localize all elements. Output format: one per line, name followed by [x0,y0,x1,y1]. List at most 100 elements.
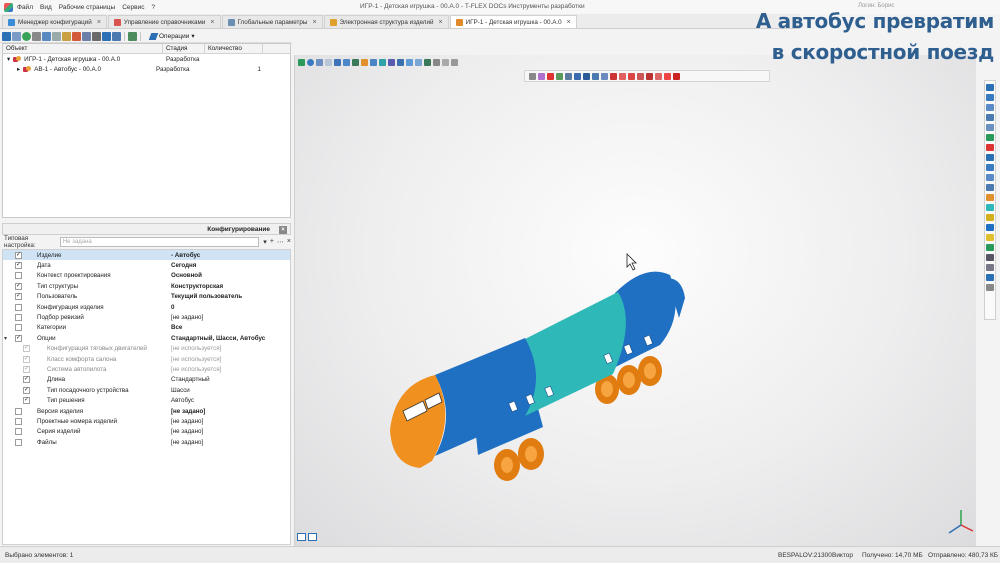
property-value[interactable]: [не используется] [171,356,221,363]
property-row[interactable]: ✓ Система автопилота [не используется] [3,364,290,374]
filter-icon[interactable] [529,72,536,80]
property-checkbox[interactable] [15,272,22,280]
settings-icon[interactable] [451,58,458,66]
view-icon[interactable] [406,58,413,66]
menu-file[interactable]: Файл [17,4,33,11]
property-checkbox[interactable]: ✓ [15,293,22,301]
typical-setting-input[interactable]: Не задана [59,237,260,247]
rotate-icon[interactable] [986,84,994,91]
expand-icon[interactable]: ▾ [3,335,10,342]
light-icon[interactable] [986,234,994,241]
axis-icon[interactable] [986,274,994,281]
filter-icon[interactable] [12,31,21,41]
shapes-icon[interactable] [361,58,368,66]
panel-splitter[interactable] [2,219,291,222]
sketch-icon[interactable] [352,58,359,66]
pan-icon[interactable] [986,134,994,141]
property-checkbox[interactable] [15,428,22,436]
property-row[interactable]: ✓ Тип посадочного устройства Шасси [3,385,290,395]
more-icon[interactable]: ⋯ [277,238,284,246]
property-row[interactable]: ✓ Конфигурация тяговых двигателей [не испо… [3,344,290,354]
property-value[interactable]: [не задано] [171,314,203,321]
material-icon[interactable] [986,244,994,251]
property-checkbox[interactable] [15,438,22,446]
property-checkbox[interactable]: ✓ [15,334,22,342]
layout-icon[interactable] [112,31,121,41]
undo-icon[interactable] [316,58,323,66]
column-header-stage[interactable]: Стадия [163,44,205,53]
property-checkbox[interactable]: ✓ [15,282,22,290]
palette-icon[interactable] [664,72,671,80]
view-icon[interactable] [102,31,111,41]
bar-chart-icon[interactable] [334,58,341,66]
property-row[interactable]: Серия изделий [не задано] [3,427,290,437]
view-front-icon[interactable] [986,154,994,161]
points-icon[interactable] [592,72,599,80]
paste-icon[interactable] [62,31,71,41]
grid-icon[interactable] [986,284,994,291]
tab-global-params[interactable]: Глобальные параметры × [221,15,323,28]
selection-icon[interactable] [538,72,545,80]
product-icon[interactable] [72,31,81,41]
operations-button[interactable]: Операции ▾ [148,32,195,40]
layout-split-icon[interactable] [308,533,317,541]
cube-icon[interactable] [637,72,644,80]
property-checkbox[interactable]: ✓ [23,376,30,384]
chart-icon[interactable] [343,58,350,66]
property-value[interactable]: [не задано] [171,418,203,425]
column-header-object[interactable]: Объект [3,44,163,53]
property-value[interactable]: Основной [171,272,202,279]
property-checkbox[interactable] [15,324,22,332]
render-icon[interactable] [986,204,994,211]
color-icon[interactable] [547,72,554,80]
cube-icon[interactable] [619,72,626,80]
zoom-out-icon[interactable] [986,104,994,111]
copy-icon[interactable] [52,31,61,41]
property-row[interactable]: Подбор ревизий [не задано] [3,312,290,322]
property-value[interactable]: - Автобус [171,252,200,259]
property-row[interactable]: ✓ Длина Стандартный [3,375,290,385]
3d-model[interactable] [295,55,977,546]
close-icon[interactable]: × [567,19,571,26]
cube-icon[interactable] [388,58,395,66]
text-icon[interactable] [986,264,994,271]
property-checkbox[interactable]: ✓ [15,251,22,259]
property-row[interactable]: ▾ ✓ Опции Стандартный, Шасси, Автобус [3,333,290,343]
view-icon[interactable] [415,58,422,66]
redo-icon[interactable] [325,58,332,66]
property-row[interactable]: ✓ Тип решения Автобус [3,395,290,405]
property-checkbox[interactable]: ✓ [23,365,30,373]
tree-row[interactable]: ▾ ИГР-1 - Детская игрушка - 00.А.0 Разра… [3,54,290,64]
tab-config-manager[interactable]: Менеджер конфигураций × [2,15,107,28]
cube-icon[interactable] [655,72,662,80]
expand-icon[interactable]: ▸ [17,66,20,73]
points-icon[interactable] [583,72,590,80]
property-value[interactable]: [не используется] [171,366,221,373]
menu-service[interactable]: Сервис [122,4,144,11]
add-icon[interactable] [22,31,31,41]
cube-icon[interactable] [370,58,377,66]
property-row[interactable]: Контекст проектирования Основной [3,271,290,281]
property-row[interactable]: Конфигурация изделия 0 [3,302,290,312]
property-checkbox[interactable] [15,407,22,415]
property-row[interactable]: ✓ Изделие - Автобус [3,250,290,261]
zoom-window-icon[interactable] [986,124,994,131]
property-row[interactable]: ✓ Пользователь Текущий пользователь [3,292,290,302]
cube-icon[interactable] [379,58,386,66]
property-row[interactable]: Категории Все [3,323,290,333]
close-icon[interactable]: × [97,19,101,26]
view-side-icon[interactable] [986,174,994,181]
dropdown-icon[interactable]: ▾ [263,238,267,246]
tab-product-igr1[interactable]: ИГР-1 - Детская игрушка - 00.А.0 × [449,15,577,28]
property-value[interactable]: Стандартный, Шасси, Автобус [171,335,265,342]
render-icon[interactable] [986,194,994,201]
add-icon[interactable]: + [270,238,274,246]
clear-icon[interactable]: × [287,238,291,246]
property-checkbox[interactable]: ✓ [23,397,30,405]
close-icon[interactable]: × [210,19,214,26]
text-icon[interactable] [986,254,994,261]
property-row[interactable]: ✓ Тип структуры Конструкторская [3,281,290,291]
view-icon[interactable] [397,58,404,66]
layout-single-icon[interactable] [297,533,306,541]
menu-workpages[interactable]: Рабочие страницы [59,4,115,11]
